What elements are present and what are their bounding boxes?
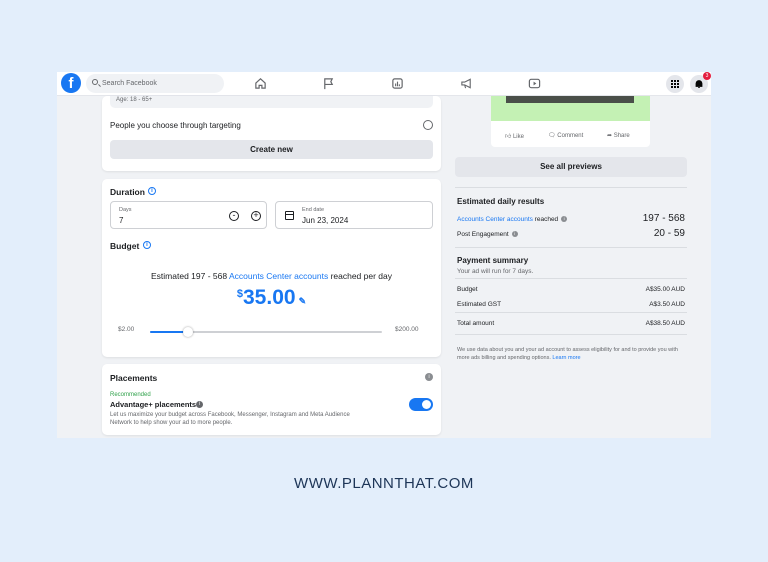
learn-more-link[interactable]: Learn more — [552, 355, 580, 361]
home-icon[interactable] — [254, 77, 267, 90]
ads-manager-icon[interactable] — [391, 77, 404, 90]
like-action[interactable]: 👍︎ Like — [505, 132, 524, 140]
payment-row-budget: Budget A$35.00 AUD — [457, 286, 685, 293]
engagement-row: Post Engagement i 20 - 59 — [457, 228, 685, 239]
megaphone-icon[interactable] — [460, 77, 473, 90]
payment-summary-title: Payment summary — [457, 256, 529, 265]
payment-label: Estimated GST — [457, 301, 502, 308]
estimate-suffix: reached per day — [328, 271, 392, 281]
payment-value: A$38.50 AUD — [645, 320, 685, 327]
divider — [455, 312, 687, 313]
payment-value: A$3.50 AUD — [649, 301, 685, 308]
facebook-screen: f Search Facebook 3 Age: 18 - 65+ People… — [57, 72, 711, 438]
budget-amount-value: 35.00 — [243, 286, 296, 309]
payment-value: A$35.00 AUD — [645, 286, 685, 293]
menu-grid-icon[interactable] — [666, 75, 684, 93]
like-label: Like — [512, 134, 524, 140]
comment-action[interactable]: 🗨︎ Comment — [548, 132, 583, 139]
search-icon — [92, 79, 98, 85]
share-icon: ➦ — [607, 133, 614, 139]
duration-budget-card: Duration i Days 7 - + End date Jun 23, 2… — [102, 179, 441, 357]
placements-info-icon[interactable]: i — [425, 373, 433, 381]
reach-value: 197 - 568 — [642, 213, 685, 224]
budget-amount: $35.00 ✎ — [102, 286, 441, 310]
divider — [455, 247, 687, 248]
placements-title: Placements — [110, 373, 158, 383]
days-field[interactable]: Days 7 - + — [110, 201, 267, 229]
slider-thumb[interactable] — [183, 327, 193, 337]
advantage-placements-toggle[interactable] — [409, 398, 433, 411]
ad-preview-card: 👍︎ Like 🗨︎ Comment ➦ Share — [491, 96, 650, 147]
comment-icon: 🗨︎ — [548, 133, 558, 139]
advantage-info-icon[interactable]: i — [196, 401, 203, 408]
divider — [455, 278, 687, 279]
share-label: Share — [613, 133, 630, 139]
search-input[interactable]: Search Facebook — [86, 74, 224, 93]
payment-row-gst: Estimated GST A$3.50 AUD — [457, 301, 685, 308]
payment-label: Total amount — [457, 320, 495, 327]
engagement-label: Post Engagement — [457, 231, 509, 238]
budget-estimate: Estimated 197 - 568 Accounts Center acco… — [102, 271, 441, 281]
share-action[interactable]: ➦ Share — [607, 132, 630, 139]
advantage-placements-label: Advantage+ placements — [110, 400, 197, 409]
search-placeholder: Search Facebook — [102, 80, 157, 87]
payment-label: Budget — [457, 286, 478, 293]
estimate-prefix: Estimated 197 - 568 — [151, 271, 229, 281]
audience-card: Age: 18 - 65+ People you choose through … — [102, 96, 441, 171]
daily-results-title: Estimated daily results — [457, 197, 545, 206]
placements-description: Let us maximize your budget across Faceb… — [110, 412, 350, 426]
billing-disclaimer: We use data about you and your ad accoun… — [457, 346, 685, 362]
like-icon: 👍︎ — [505, 134, 513, 140]
age-range-text: Age: 18 - 65+ — [110, 96, 433, 108]
play-icon[interactable] — [528, 77, 541, 90]
edit-pencil-icon[interactable]: ✎ — [299, 296, 307, 306]
engagement-info-icon[interactable]: i — [511, 231, 518, 238]
create-new-button[interactable]: Create new — [110, 140, 433, 159]
payment-row-total: Total amount A$38.50 AUD — [457, 320, 685, 327]
reach-link[interactable]: Accounts Center accounts — [457, 216, 533, 223]
calendar-icon — [285, 211, 294, 220]
duration-info-icon[interactable]: i — [148, 187, 156, 195]
budget-info-icon[interactable]: i — [143, 241, 151, 249]
recommended-label: Recommended — [110, 392, 151, 398]
top-navigation-bar: f Search Facebook 3 — [57, 72, 711, 96]
end-date-value: Jun 23, 2024 — [302, 216, 349, 225]
days-label: Days — [119, 207, 132, 213]
increase-days-button[interactable]: + — [251, 211, 261, 221]
engagement-value: 20 - 59 — [653, 228, 685, 239]
reach-info-icon[interactable]: i — [561, 216, 568, 223]
facebook-logo-icon[interactable]: f — [61, 73, 81, 93]
flag-icon[interactable] — [322, 77, 335, 90]
days-value: 7 — [119, 216, 124, 225]
slider-max-label: $200.00 — [395, 326, 419, 333]
accounts-center-link[interactable]: Accounts Center accounts — [229, 271, 328, 281]
ad-preview-image — [491, 96, 650, 121]
reach-suffix: reached — [532, 216, 559, 223]
targeting-option-label: People you choose through targeting — [110, 121, 241, 130]
targeting-radio[interactable] — [423, 120, 433, 130]
currency-symbol: $ — [236, 288, 243, 300]
payment-subtitle: Your ad will run for 7 days. — [457, 268, 534, 275]
slider-min-label: $2.00 — [118, 326, 135, 333]
notification-badge: 3 — [703, 72, 711, 80]
reach-row: Accounts Center accounts reached i 197 - … — [457, 213, 685, 224]
divider — [455, 187, 687, 188]
duration-title: Duration — [110, 187, 145, 197]
divider — [455, 334, 687, 335]
end-date-field[interactable]: End date Jun 23, 2024 — [275, 201, 433, 229]
decrease-days-button[interactable]: - — [229, 211, 239, 221]
comment-label: Comment — [557, 133, 584, 139]
end-date-label: End date — [302, 207, 325, 213]
budget-title: Budget — [110, 241, 140, 251]
placements-card: Placements i Recommended Advantage+ plac… — [102, 364, 441, 435]
see-all-previews-button[interactable]: See all previews — [455, 157, 687, 177]
budget-slider[interactable] — [150, 327, 382, 337]
footer-url: WWW.PLANNTHAT.COM — [294, 475, 474, 492]
